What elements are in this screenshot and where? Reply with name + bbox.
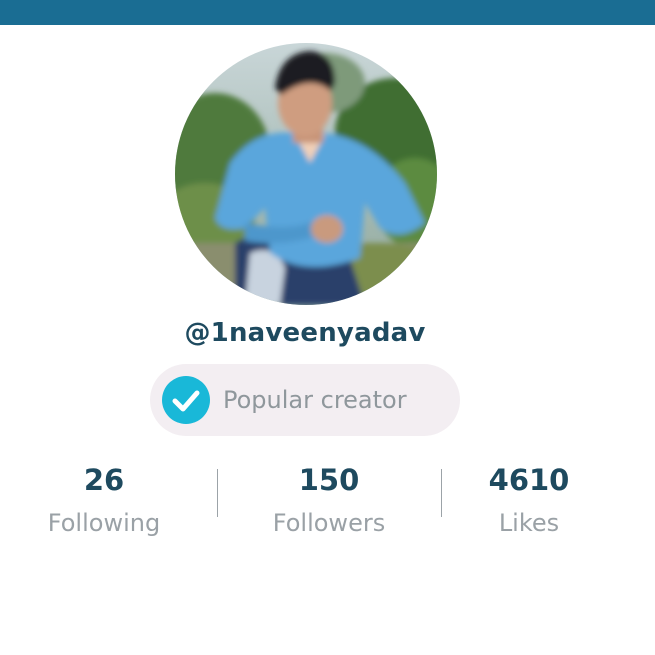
followers-count: 150: [298, 463, 360, 497]
check-circle-icon: [162, 376, 210, 424]
top-bar: [0, 0, 655, 25]
followers-stat[interactable]: 150 Followers: [229, 462, 429, 538]
badge-label: Popular creator: [223, 386, 407, 414]
likes-count: 4610: [488, 463, 570, 497]
stat-divider: [217, 469, 218, 517]
profile-avatar[interactable]: [175, 43, 437, 305]
popular-creator-badge: Popular creator: [150, 364, 460, 436]
likes-label: Likes: [498, 509, 560, 537]
profile-username: @1naveenyadav: [184, 318, 426, 348]
following-stat[interactable]: 26 Following: [4, 462, 204, 538]
likes-stat[interactable]: 4610 Likes: [429, 462, 629, 538]
following-label: Following: [47, 509, 161, 537]
followers-label: Followers: [272, 509, 386, 537]
following-count: 26: [83, 463, 125, 497]
profile-photo: [175, 43, 437, 305]
